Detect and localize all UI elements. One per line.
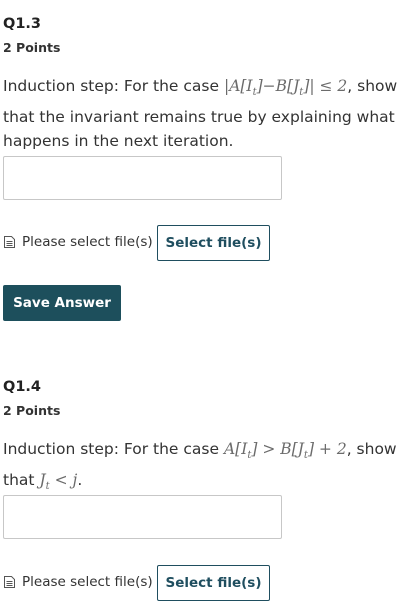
select-files-button[interactable]: Select file(s) <box>157 225 270 261</box>
file-upload-label: Please select file(s) <box>3 234 153 250</box>
question-title: Q1.3 <box>3 16 42 32</box>
save-answer-button[interactable]: Save Answer <box>3 285 121 321</box>
select-files-button[interactable]: Select file(s) <box>157 565 270 601</box>
math-expression: |A[It]−B[Jt]| ≤ 2 <box>223 77 348 99</box>
file-document-icon <box>4 576 15 588</box>
question-points: 2 Points <box>3 40 61 55</box>
file-upload-row: Please select file(s) Select file(s) <box>3 225 303 261</box>
file-upload-row: Please select file(s) Select file(s) <box>3 565 303 601</box>
question-prompt: Induction step: For the case |A[It]−B[Jt… <box>3 77 398 151</box>
page: Q1.3 2 Points Induction step: For the ca… <box>0 0 419 612</box>
math-expression: Jt < j <box>39 471 78 493</box>
answer-text-field[interactable] <box>3 495 282 539</box>
question-prompt: Induction step: For the case A[It] > B[J… <box>3 440 397 493</box>
math-expression: A[It] > B[Jt] + 2 <box>223 440 347 462</box>
question-points: 2 Points <box>3 403 61 418</box>
file-document-icon <box>4 236 15 248</box>
file-upload-label: Please select file(s) <box>3 574 153 590</box>
question-title: Q1.4 <box>3 379 42 395</box>
answer-text-field[interactable] <box>3 156 282 200</box>
